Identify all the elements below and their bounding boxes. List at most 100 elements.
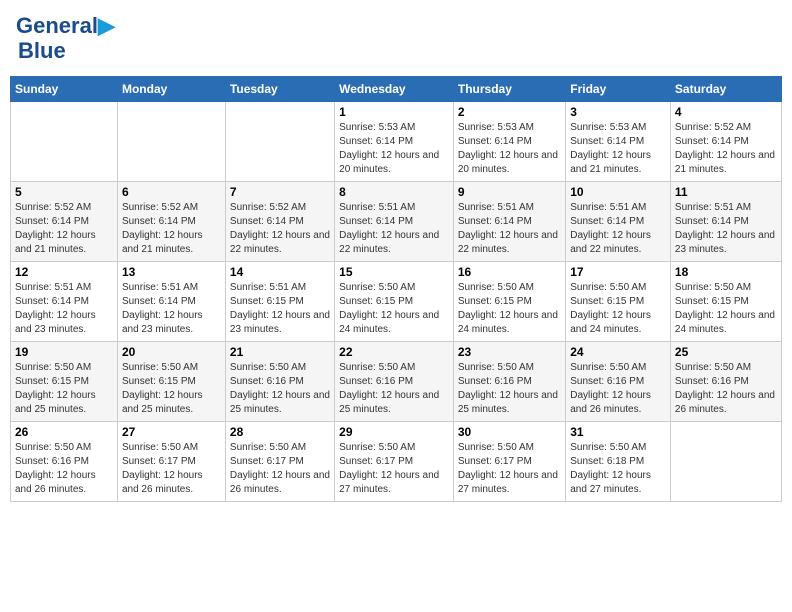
calendar-cell: 21 Sunrise: 5:50 AMSunset: 6:16 PMDayligh… <box>225 342 334 422</box>
calendar-cell: 27 Sunrise: 5:50 AMSunset: 6:17 PMDayligh… <box>117 422 225 502</box>
day-info: Sunrise: 5:50 AMSunset: 6:16 PMDaylight:… <box>339 361 449 417</box>
calendar-cell: 14 Sunrise: 5:51 AMSunset: 6:15 PMDayligh… <box>225 262 334 342</box>
day-info: Sunrise: 5:50 AMSunset: 6:15 PMDaylight:… <box>122 361 221 417</box>
calendar-cell <box>117 102 225 182</box>
day-number: 2 <box>458 105 561 119</box>
day-info: Sunrise: 5:50 AMSunset: 6:15 PMDaylight:… <box>15 361 113 417</box>
calendar-cell: 13 Sunrise: 5:51 AMSunset: 6:14 PMDayligh… <box>117 262 225 342</box>
calendar-cell: 9 Sunrise: 5:51 AMSunset: 6:14 PMDaylight… <box>453 182 565 262</box>
day-number: 15 <box>339 265 449 279</box>
calendar-cell: 31 Sunrise: 5:50 AMSunset: 6:18 PMDayligh… <box>566 422 671 502</box>
day-info: Sunrise: 5:52 AMSunset: 6:14 PMDaylight:… <box>230 201 330 257</box>
calendar-cell: 18 Sunrise: 5:50 AMSunset: 6:15 PMDayligh… <box>670 262 781 342</box>
day-number: 10 <box>570 185 666 199</box>
day-number: 22 <box>339 345 449 359</box>
calendar-cell: 2 Sunrise: 5:53 AMSunset: 6:14 PMDaylight… <box>453 102 565 182</box>
logo-text: General▶ <box>16 14 115 38</box>
day-number: 3 <box>570 105 666 119</box>
calendar-cell: 17 Sunrise: 5:50 AMSunset: 6:15 PMDayligh… <box>566 262 671 342</box>
calendar-cell: 5Sunrise: 5:52 AMSunset: 6:14 PMDaylight… <box>11 182 118 262</box>
day-number: 18 <box>675 265 777 279</box>
day-number: 27 <box>122 425 221 439</box>
day-number: 24 <box>570 345 666 359</box>
day-number: 23 <box>458 345 561 359</box>
calendar-cell: 20 Sunrise: 5:50 AMSunset: 6:15 PMDayligh… <box>117 342 225 422</box>
week-row-3: 19 Sunrise: 5:50 AMSunset: 6:15 PMDayligh… <box>11 342 782 422</box>
week-row-2: 12 Sunrise: 5:51 AMSunset: 6:14 PMDayligh… <box>11 262 782 342</box>
calendar-cell: 15 Sunrise: 5:50 AMSunset: 6:15 PMDayligh… <box>335 262 454 342</box>
calendar-cell: 6Sunrise: 5:52 AMSunset: 6:14 PMDaylight… <box>117 182 225 262</box>
day-number: 4 <box>675 105 777 119</box>
day-info: Sunrise: 5:51 AMSunset: 6:14 PMDaylight:… <box>15 281 113 337</box>
day-number: 12 <box>15 265 113 279</box>
week-row-1: 5Sunrise: 5:52 AMSunset: 6:14 PMDaylight… <box>11 182 782 262</box>
page-header: General▶ Blue <box>10 10 782 68</box>
header-row: SundayMondayTuesdayWednesdayThursdayFrid… <box>11 77 782 102</box>
day-number: 30 <box>458 425 561 439</box>
calendar-cell: 12 Sunrise: 5:51 AMSunset: 6:14 PMDayligh… <box>11 262 118 342</box>
day-number: 20 <box>122 345 221 359</box>
calendar-cell <box>11 102 118 182</box>
day-number: 1 <box>339 105 449 119</box>
day-info: Sunrise: 5:53 AMSunset: 6:14 PMDaylight:… <box>458 121 561 177</box>
day-info: Sunrise: 5:50 AMSunset: 6:15 PMDaylight:… <box>570 281 666 337</box>
header-day-thursday: Thursday <box>453 77 565 102</box>
calendar-cell: 29Sunrise: 5:50 AMSunset: 6:17 PMDayligh… <box>335 422 454 502</box>
day-info: Sunrise: 5:50 AMSunset: 6:17 PMDaylight:… <box>339 441 449 497</box>
calendar-cell: 1 Sunrise: 5:53 AMSunset: 6:14 PMDaylight… <box>335 102 454 182</box>
header-day-wednesday: Wednesday <box>335 77 454 102</box>
day-number: 19 <box>15 345 113 359</box>
calendar-cell: 7 Sunrise: 5:52 AMSunset: 6:14 PMDaylight… <box>225 182 334 262</box>
day-number: 13 <box>122 265 221 279</box>
day-number: 9 <box>458 185 561 199</box>
day-info: Sunrise: 5:50 AMSunset: 6:17 PMDaylight:… <box>230 441 330 497</box>
day-info: Sunrise: 5:50 AMSunset: 6:18 PMDaylight:… <box>570 441 666 497</box>
day-number: 14 <box>230 265 330 279</box>
day-info: Sunrise: 5:50 AMSunset: 6:15 PMDaylight:… <box>675 281 777 337</box>
calendar-cell: 23 Sunrise: 5:50 AMSunset: 6:16 PMDayligh… <box>453 342 565 422</box>
header-day-friday: Friday <box>566 77 671 102</box>
day-number: 25 <box>675 345 777 359</box>
calendar-cell: 8Sunrise: 5:51 AMSunset: 6:14 PMDaylight… <box>335 182 454 262</box>
calendar-cell: 4 Sunrise: 5:52 AMSunset: 6:14 PMDaylight… <box>670 102 781 182</box>
calendar-cell: 26Sunrise: 5:50 AMSunset: 6:16 PMDayligh… <box>11 422 118 502</box>
day-info: Sunrise: 5:50 AMSunset: 6:16 PMDaylight:… <box>675 361 777 417</box>
day-number: 17 <box>570 265 666 279</box>
day-info: Sunrise: 5:50 AMSunset: 6:16 PMDaylight:… <box>458 361 561 417</box>
day-info: Sunrise: 5:50 AMSunset: 6:15 PMDaylight:… <box>339 281 449 337</box>
day-info: Sunrise: 5:50 AMSunset: 6:16 PMDaylight:… <box>230 361 330 417</box>
calendar-table: SundayMondayTuesdayWednesdayThursdayFrid… <box>10 76 782 502</box>
header-day-monday: Monday <box>117 77 225 102</box>
calendar-cell: 16 Sunrise: 5:50 AMSunset: 6:15 PMDayligh… <box>453 262 565 342</box>
day-number: 21 <box>230 345 330 359</box>
day-info: Sunrise: 5:50 AMSunset: 6:17 PMDaylight:… <box>122 441 221 497</box>
day-info: Sunrise: 5:50 AMSunset: 6:16 PMDaylight:… <box>570 361 666 417</box>
calendar-cell: 3 Sunrise: 5:53 AMSunset: 6:14 PMDaylight… <box>566 102 671 182</box>
day-number: 31 <box>570 425 666 439</box>
calendar-cell: 10 Sunrise: 5:51 AMSunset: 6:14 PMDayligh… <box>566 182 671 262</box>
day-info: Sunrise: 5:53 AMSunset: 6:14 PMDaylight:… <box>570 121 666 177</box>
day-number: 11 <box>675 185 777 199</box>
day-info: Sunrise: 5:52 AMSunset: 6:14 PMDaylight:… <box>675 121 777 177</box>
calendar-cell: 11 Sunrise: 5:51 AMSunset: 6:14 PMDayligh… <box>670 182 781 262</box>
day-info: Sunrise: 5:50 AMSunset: 6:15 PMDaylight:… <box>458 281 561 337</box>
day-info: Sunrise: 5:50 AMSunset: 6:16 PMDaylight:… <box>15 441 113 497</box>
day-number: 28 <box>230 425 330 439</box>
day-info: Sunrise: 5:52 AMSunset: 6:14 PMDaylight:… <box>15 201 113 257</box>
header-day-tuesday: Tuesday <box>225 77 334 102</box>
calendar-cell <box>670 422 781 502</box>
day-info: Sunrise: 5:50 AMSunset: 6:17 PMDaylight:… <box>458 441 561 497</box>
logo-line2: Blue <box>18 38 115 64</box>
day-info: Sunrise: 5:51 AMSunset: 6:14 PMDaylight:… <box>570 201 666 257</box>
calendar-cell: 30 Sunrise: 5:50 AMSunset: 6:17 PMDayligh… <box>453 422 565 502</box>
day-number: 16 <box>458 265 561 279</box>
day-number: 7 <box>230 185 330 199</box>
day-info: Sunrise: 5:51 AMSunset: 6:15 PMDaylight:… <box>230 281 330 337</box>
day-number: 8 <box>339 185 449 199</box>
day-info: Sunrise: 5:51 AMSunset: 6:14 PMDaylight:… <box>122 281 221 337</box>
header-day-saturday: Saturday <box>670 77 781 102</box>
day-info: Sunrise: 5:53 AMSunset: 6:14 PMDaylight:… <box>339 121 449 177</box>
day-info: Sunrise: 5:51 AMSunset: 6:14 PMDaylight:… <box>675 201 777 257</box>
day-info: Sunrise: 5:51 AMSunset: 6:14 PMDaylight:… <box>458 201 561 257</box>
logo: General▶ Blue <box>16 14 115 64</box>
